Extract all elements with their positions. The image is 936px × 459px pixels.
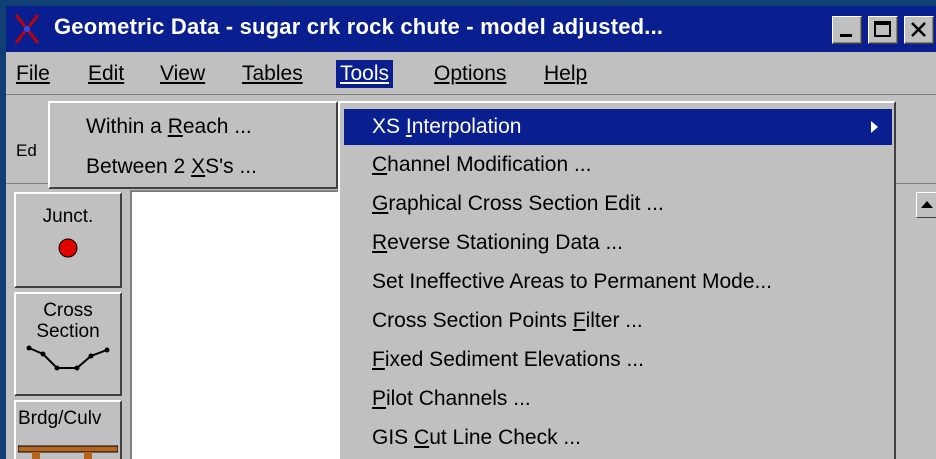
channel-mod-post: hannel Modification ... [387, 153, 592, 176]
pilot-channels-mnemonic: P [372, 387, 387, 410]
menu-edit-label: Edit [88, 62, 125, 85]
graphical-edit-mnemonic: G [372, 192, 389, 215]
ineffective-areas-text: Set Ineffective Areas to Permanent Mode.… [372, 270, 773, 293]
tool-palette: Junct. Cross Section Brdg/Culv [12, 192, 124, 459]
between-xs-mnemonic: X [191, 155, 206, 178]
cross-section-tool-label-1: Cross [43, 300, 93, 321]
points-filter-mnemonic: F [572, 309, 586, 332]
menu-view[interactable]: View [156, 60, 209, 88]
submenu-arrow-icon [871, 121, 878, 133]
graphical-edit-post: raphical Cross Section Edit ... [388, 192, 664, 215]
minimize-icon [840, 34, 852, 37]
scroll-up-button[interactable] [916, 192, 936, 218]
pilot-channels-post: ilot Channels ... [386, 387, 531, 410]
xs-interp-post: nterpolation [411, 115, 522, 138]
xs-interpolation-submenu: Within a Reach ... Between 2 XS's ... [48, 101, 338, 189]
menuitem-reverse-stationing[interactable]: Reverse Stationing Data ... [344, 225, 892, 261]
close-icon [911, 22, 926, 37]
submenu-within-reach[interactable]: Within a Reach ... [86, 115, 252, 139]
within-reach-text-pre: Within a [86, 115, 168, 138]
channel-mod-mnemonic: C [372, 153, 388, 176]
title-bar[interactable]: Geometric Data - sugar crk rock chute - … [6, 6, 936, 52]
between-xs-text-pre: Between 2 [86, 155, 192, 178]
fixed-sediment-post: ixed Sediment Elevations ... [384, 348, 644, 371]
cross-section-tool-button[interactable]: Cross Section [14, 292, 122, 396]
bridge-culvert-tool-label: Brdg/Culv [18, 408, 102, 429]
app-icon[interactable] [12, 13, 42, 45]
menuitem-gis-cut-line-check[interactable]: GIS Cut Line Check ... [344, 420, 892, 456]
menu-bar: File Edit View Tables Tools Options Help [6, 54, 936, 95]
menu-file[interactable]: File [12, 60, 54, 88]
menu-file-label: File [16, 62, 50, 85]
menuitem-xs-interpolation[interactable]: XS Interpolation [344, 109, 892, 145]
partial-toolbar-label: Ed [16, 141, 37, 160]
reverse-stationing-post: everse Stationing Data ... [387, 231, 623, 254]
junction-tool-label: Junct. [42, 206, 94, 227]
menu-view-label: View [160, 62, 206, 85]
schematic-canvas[interactable] [130, 190, 338, 459]
menu-help[interactable]: Help [540, 60, 591, 88]
menu-options[interactable]: Options [430, 60, 510, 88]
gis-cut-line-mnemonic: C [414, 426, 430, 449]
bridge-culvert-icon [18, 445, 118, 459]
tools-dropdown-menu: XS Interpolation Channel Modification ..… [338, 101, 896, 459]
menu-tools[interactable]: Tools [336, 60, 394, 88]
menu-options-label: Options [434, 62, 507, 85]
cross-section-profile-icon [26, 345, 110, 371]
menu-tables-label: Tables [242, 62, 303, 85]
cross-section-tool-label-2: Section [36, 321, 100, 342]
maximize-button[interactable] [868, 16, 898, 44]
minimize-button[interactable] [832, 16, 862, 44]
bridge-culvert-tool-button[interactable]: Brdg/Culv [14, 400, 122, 459]
close-button[interactable] [904, 16, 934, 44]
menu-tables[interactable]: Tables [238, 60, 307, 88]
menuitem-xs-points-filter[interactable]: Cross Section Points Filter ... [344, 303, 892, 339]
junction-tool-button[interactable]: Junct. [14, 192, 122, 288]
fixed-sediment-mnemonic: F [372, 348, 385, 371]
window-title: Geometric Data - sugar crk rock chute - … [54, 14, 664, 39]
menuitem-fixed-sediment-elevations[interactable]: Fixed Sediment Elevations ... [344, 342, 892, 378]
menuitem-channel-modification[interactable]: Channel Modification ... [344, 147, 892, 183]
submenu-between-2-xs[interactable]: Between 2 XS's ... [86, 155, 257, 179]
gis-cut-line-post: ut Line Check ... [429, 426, 581, 449]
menu-edit[interactable]: Edit [84, 60, 128, 88]
junction-red-dot-icon [58, 238, 78, 258]
geometric-data-window: Geometric Data - sugar crk rock chute - … [6, 6, 936, 459]
right-pane [911, 190, 936, 459]
maximize-icon [874, 21, 891, 37]
gis-cut-line-pre: GIS [372, 426, 415, 449]
menu-tools-label: Tools [340, 62, 390, 85]
menu-help-label: Help [544, 62, 588, 85]
points-filter-post: ilter ... [585, 309, 643, 332]
reverse-stationing-mnemonic: R [372, 231, 388, 254]
within-reach-text-post: each ... [182, 115, 252, 138]
between-xs-text-post: S's ... [205, 155, 257, 178]
menuitem-graphical-xs-edit[interactable]: Graphical Cross Section Edit ... [344, 186, 892, 222]
xs-interp-pre: XS [372, 115, 406, 138]
points-filter-pre: Cross Section Points [372, 309, 573, 332]
menuitem-set-ineffective-areas[interactable]: Set Ineffective Areas to Permanent Mode.… [344, 264, 892, 300]
menuitem-pilot-channels[interactable]: Pilot Channels ... [344, 381, 892, 417]
scroll-up-arrow-icon [921, 201, 933, 208]
within-reach-mnemonic: R [167, 115, 183, 138]
